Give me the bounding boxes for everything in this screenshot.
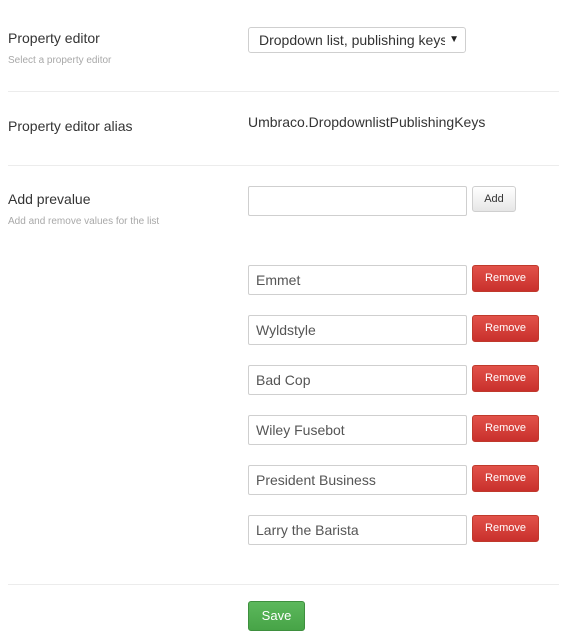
prevalue-item-input[interactable]: President Business bbox=[248, 465, 467, 495]
remove-button[interactable]: Remove bbox=[472, 265, 539, 292]
property-editor-description: Select a property editor bbox=[8, 55, 112, 66]
divider bbox=[8, 584, 559, 585]
property-editor-select[interactable]: Dropdown list, publishing keys ▼ bbox=[248, 27, 466, 53]
save-button[interactable]: Save bbox=[248, 601, 305, 631]
remove-button[interactable]: Remove bbox=[472, 515, 539, 542]
prevalue-item-input[interactable]: Wiley Fusebot bbox=[248, 415, 467, 445]
caret-down-icon: ▼ bbox=[445, 28, 459, 52]
add-prevalue-label: Add prevalue bbox=[8, 191, 91, 207]
remove-button[interactable]: Remove bbox=[472, 315, 539, 342]
remove-button[interactable]: Remove bbox=[472, 465, 539, 492]
remove-button[interactable]: Remove bbox=[472, 365, 539, 392]
property-editor-label: Property editor bbox=[8, 30, 100, 46]
property-editor-alias-label: Property editor alias bbox=[8, 118, 133, 134]
property-editor-alias-value: Umbraco.DropdownlistPublishingKeys bbox=[248, 114, 486, 130]
divider bbox=[8, 91, 559, 92]
prevalue-item-input[interactable]: Emmet bbox=[248, 265, 467, 295]
add-button[interactable]: Add bbox=[472, 186, 516, 212]
divider bbox=[8, 165, 559, 166]
prevalue-item-input[interactable]: Bad Cop bbox=[248, 365, 467, 395]
remove-button[interactable]: Remove bbox=[472, 415, 539, 442]
prevalue-item-input[interactable]: Larry the Barista bbox=[248, 515, 467, 545]
property-editor-selected-value: Dropdown list, publishing keys bbox=[259, 32, 448, 48]
prevalue-item-input[interactable]: Wyldstyle bbox=[248, 315, 467, 345]
add-prevalue-input[interactable] bbox=[248, 186, 467, 216]
add-prevalue-description: Add and remove values for the list bbox=[8, 216, 160, 227]
